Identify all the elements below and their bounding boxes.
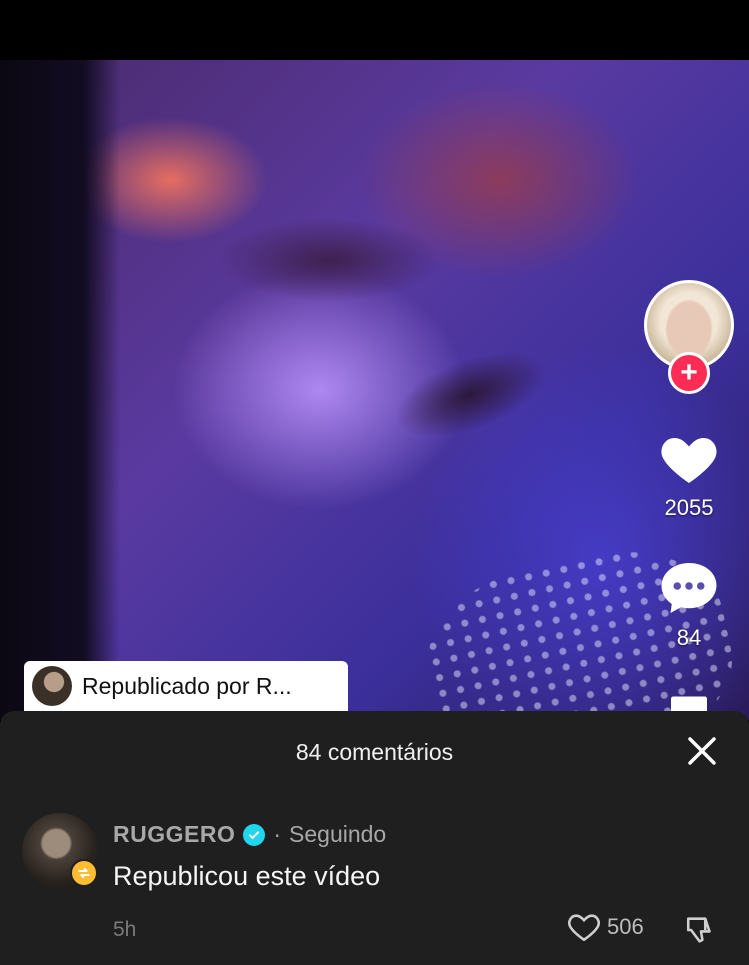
follow-button[interactable]: + [668, 352, 710, 394]
repost-icon [70, 859, 98, 887]
comment-text: Republicou este vídeo [113, 861, 381, 891]
separator-dot: · [273, 821, 282, 847]
follow-status: Seguindo [289, 821, 387, 847]
video-player[interactable]: + 2055 84 281 Republicado por R... [0, 60, 749, 720]
comment-time: 5h [113, 918, 137, 941]
repost-chip[interactable]: Republicado por R... [24, 661, 348, 711]
verified-icon [243, 823, 266, 846]
reposter-avatar [32, 666, 72, 706]
comment-like-count: 506 [607, 914, 644, 939]
comment-item: RUGGERO · Seguindo Republicou este vídeo… [22, 813, 727, 953]
like-button[interactable]: 2055 [640, 430, 738, 521]
comment-button[interactable]: 84 [640, 560, 738, 651]
comment-count: 84 [676, 625, 702, 650]
commenter-username[interactable]: RUGGERO [113, 821, 235, 848]
video-frame-edge [0, 60, 120, 720]
comment-like-button[interactable]: 506 [567, 911, 644, 943]
heart-icon [661, 438, 717, 483]
comment-bubble-icon [661, 563, 717, 613]
close-icon[interactable] [686, 735, 718, 767]
repost-chip-label: Republicado por R... [82, 672, 292, 699]
comment-username-row: RUGGERO · Seguindo [113, 821, 386, 848]
plus-icon: + [680, 356, 698, 389]
comments-title: 84 comentários [295, 739, 454, 765]
video-scene-detail [382, 334, 558, 456]
like-count: 2055 [664, 495, 714, 520]
thumbs-down-icon[interactable] [684, 913, 718, 947]
comments-sheet: 84 comentários RUGGERO · Seguindo Republ… [0, 711, 749, 965]
heart-outline-icon [568, 914, 600, 942]
status-bar [0, 0, 749, 60]
